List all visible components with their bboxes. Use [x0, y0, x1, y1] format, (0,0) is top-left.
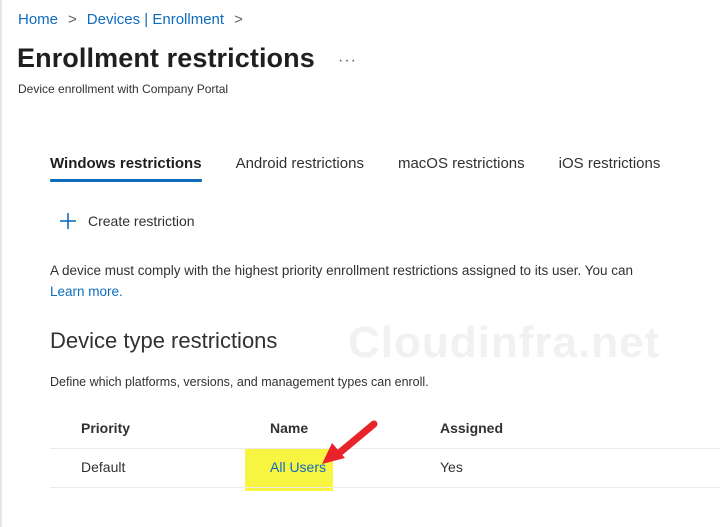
tab-android-restrictions[interactable]: Android restrictions [236, 155, 364, 182]
breadcrumb-home-link[interactable]: Home [18, 11, 58, 28]
more-options-button[interactable]: ··· [338, 52, 357, 70]
info-text: A device must comply with the highest pr… [50, 263, 634, 278]
section-description: Define which platforms, versions, and ma… [50, 375, 429, 389]
page-title: Enrollment restrictions [17, 43, 315, 73]
priority-cell: Default [81, 459, 126, 475]
breadcrumb-devices-enrollment-link[interactable]: Devices | Enrollment [87, 11, 224, 28]
restrictions-table: Priority Name Assigned Default All Users… [50, 410, 720, 488]
section-title: Device type restrictions [50, 328, 278, 353]
column-header-priority[interactable]: Priority [81, 420, 130, 436]
create-restriction-button[interactable]: Create restriction [59, 212, 195, 230]
table-row[interactable]: Default All Users Yes [50, 449, 720, 488]
red-arrow-annotation-icon [322, 420, 378, 464]
table-header-row: Priority Name Assigned [50, 410, 720, 449]
restriction-tabs: Windows restrictions Android restriction… [50, 155, 694, 182]
tab-windows-restrictions[interactable]: Windows restrictions [50, 155, 202, 182]
enrollment-restrictions-page: Home > Devices | Enrollment > Enrollment… [0, 0, 720, 527]
create-restriction-label: Create restriction [88, 213, 195, 229]
watermark: Cloudinfra.net [348, 318, 661, 367]
column-header-assigned[interactable]: Assigned [440, 420, 503, 436]
tab-macos-restrictions[interactable]: macOS restrictions [398, 155, 525, 182]
plus-icon [60, 213, 76, 229]
page-subtitle: Device enrollment with Company Portal [18, 82, 229, 96]
breadcrumb: Home > Devices | Enrollment > [18, 11, 253, 28]
chevron-right-icon: > [68, 11, 77, 28]
learn-more-link[interactable]: Learn more. [50, 284, 123, 299]
chevron-right-icon: > [234, 11, 243, 28]
assigned-cell: Yes [440, 459, 463, 475]
tab-ios-restrictions[interactable]: iOS restrictions [559, 155, 661, 182]
left-border [0, 0, 2, 527]
column-header-name[interactable]: Name [270, 420, 308, 436]
